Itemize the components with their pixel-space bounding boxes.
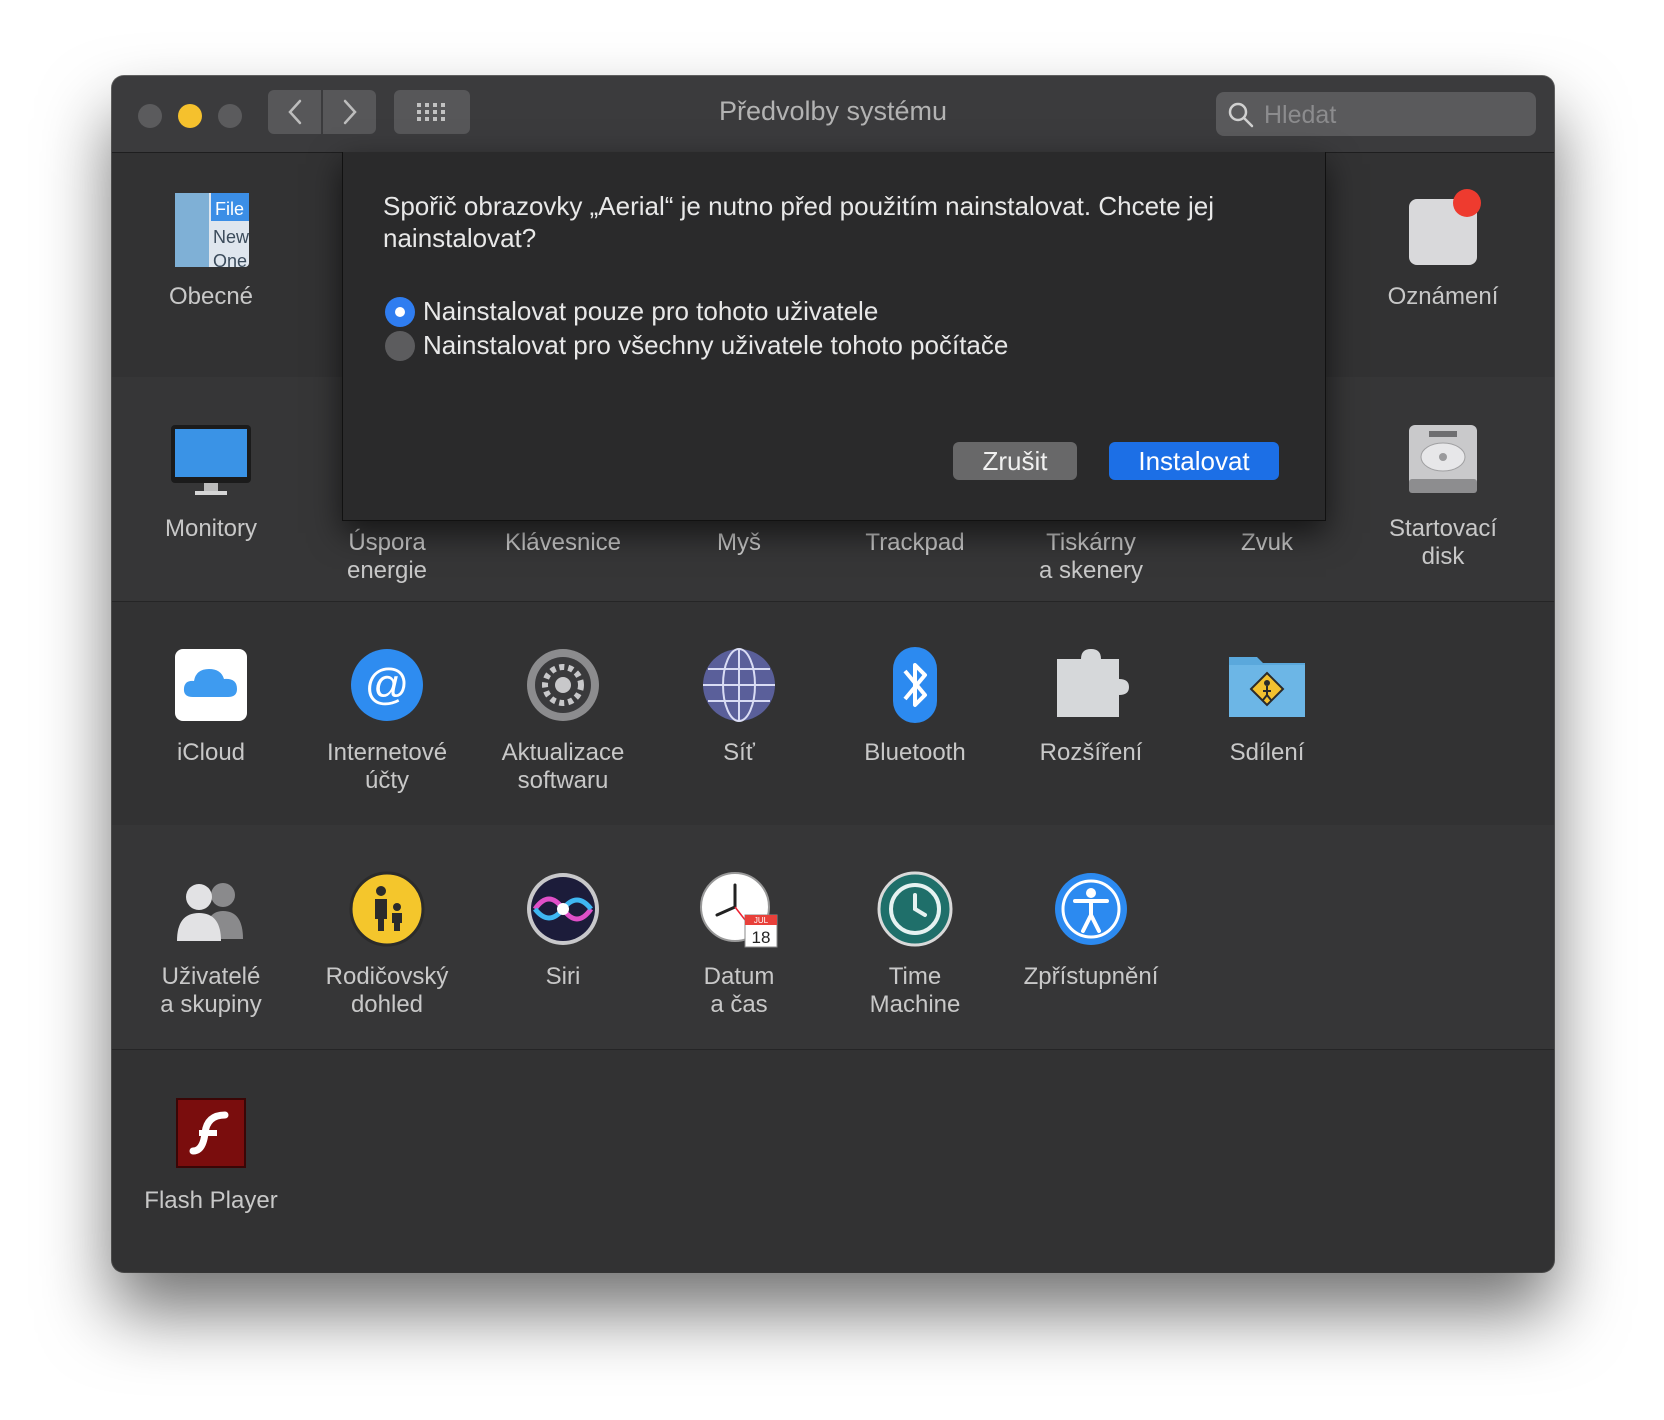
pane-energy-saver[interactable]: Úspora energie [299,515,475,585]
preferences-row-4: Uživatelé a skupiny Rodičovský dohled Si… [112,825,1554,1050]
pane-label: Síť [723,739,755,766]
pane-label: Obecné [168,283,254,310]
pane-flash-player[interactable]: Flash Player [123,1093,299,1215]
pane-label: Trackpad [865,529,965,556]
accessibility-icon [1051,869,1131,949]
pane-label: Klávesnice [504,529,622,556]
title-bar: Předvolby systému [112,76,1554,153]
pane-label: Zvuk [1240,529,1293,556]
install-for-all-radio[interactable]: Nainstalovat pro všechny uživatele tohot… [385,330,1008,361]
bluetooth-icon [875,645,955,725]
sharing-folder-icon [1227,645,1307,725]
pane-icloud[interactable]: iCloud [123,645,299,767]
pane-time-machine[interactable]: Time Machine [827,869,1003,1019]
pane-displays[interactable]: Monitory [123,421,299,543]
radio-label: Nainstalovat pouze pro tohoto uživatele [423,296,879,326]
pane-label: Uživatelé a skupiny [160,963,262,1018]
pane-sound[interactable]: Zvuk [1179,515,1355,557]
pane-printers-scanners[interactable]: Tiskárny a skenery [1003,515,1179,585]
pane-label: Rozšíření [1039,739,1143,766]
monitor-icon [171,421,251,501]
pane-label: iCloud [176,739,246,766]
pane-label: Úspora energie [346,529,428,584]
general-icon: File New One [171,189,251,271]
radio-unselected-indicator[interactable] [385,330,415,361]
calendar-month-text: JUL [754,916,769,925]
pane-siri[interactable]: Siri [475,869,651,991]
pane-software-update[interactable]: Aktualizace softwaru [475,645,651,795]
general-icon-one-text: One [213,251,247,269]
icloud-icon [171,645,251,725]
pane-label: Time Machine [869,963,961,1018]
time-machine-icon [875,869,955,949]
dialog-message: Spořič obrazovky „Aerial“ je nutno před … [383,191,1214,253]
search-icon [1228,102,1254,128]
pane-startup-disk[interactable]: Startovací disk [1355,421,1531,571]
pane-general[interactable]: File New One Obecné [123,189,299,311]
install-for-user-radio[interactable]: Nainstalovat pouze pro tohoto uživatele [385,296,878,327]
preferences-row-3: iCloud @ Internetové účty Aktualizace so… [112,601,1554,826]
pane-label: Rodičovský dohled [325,963,449,1018]
pane-accessibility[interactable]: Zpřístupnění [1003,869,1179,991]
pane-notifications[interactable]: Oznámení [1355,189,1531,311]
pane-label: Tiskárny a skenery [1038,529,1144,584]
search-field[interactable] [1216,92,1536,136]
system-preferences-window: Předvolby systému File New One Obecné [112,76,1554,1272]
flash-icon [171,1093,251,1173]
radio-selected-indicator[interactable] [385,296,415,327]
pane-internet-accounts[interactable]: @ Internetové účty [299,645,475,795]
globe-icon [699,645,779,725]
pane-label: Oznámení [1387,283,1499,310]
notifications-icon [1403,189,1483,269]
calendar-day-text: 18 [752,928,771,947]
pane-label: Datum a čas [703,963,775,1018]
pane-extensions[interactable]: Rozšíření [1003,645,1179,767]
install-button[interactable]: Instalovat [1109,442,1279,480]
install-screensaver-dialog: Spořič obrazovky „Aerial“ je nutno před … [342,152,1326,521]
pane-label: Sdílení [1229,739,1305,766]
search-input[interactable] [1262,96,1526,134]
pane-label: Aktualizace softwaru [501,739,625,794]
general-icon-file-text: File [215,199,244,219]
pane-sharing[interactable]: Sdílení [1179,645,1355,767]
pane-users-groups[interactable]: Uživatelé a skupiny [123,869,299,1019]
pane-label: Flash Player [144,1187,278,1214]
pane-label: Internetové účty [326,739,448,794]
pane-label: Monitory [164,515,258,542]
pane-trackpad[interactable]: Trackpad [827,515,1003,557]
pane-label: Myš [717,529,761,556]
pane-keyboard[interactable]: Klávesnice [475,515,651,557]
preferences-row-5: Flash Player [112,1049,1554,1272]
clock-calendar-icon: JUL 18 [699,869,779,949]
pane-label: Bluetooth [864,739,966,766]
cancel-button[interactable]: Zrušit [953,442,1077,480]
pane-date-time[interactable]: JUL 18 Datum a čas [651,869,827,1019]
pane-mouse[interactable]: Myš [651,515,827,557]
general-icon-new-text: New [213,227,250,247]
pane-parental-controls[interactable]: Rodičovský dohled [299,869,475,1019]
pane-label: Startovací disk [1388,515,1498,570]
parental-controls-icon [347,869,427,949]
siri-icon [523,869,603,949]
pane-label: Zpřístupnění [1023,963,1159,990]
radio-label: Nainstalovat pro všechny uživatele tohot… [423,330,1009,360]
pane-label: Siri [545,963,581,990]
hard-disk-icon [1403,421,1483,501]
pane-network[interactable]: Síť [651,645,827,767]
pane-bluetooth[interactable]: Bluetooth [827,645,1003,767]
puzzle-piece-icon [1051,645,1131,725]
at-sign-icon: @ [347,645,427,725]
users-icon [171,869,251,949]
svg-text:@: @ [365,660,410,709]
gear-icon [523,645,603,725]
